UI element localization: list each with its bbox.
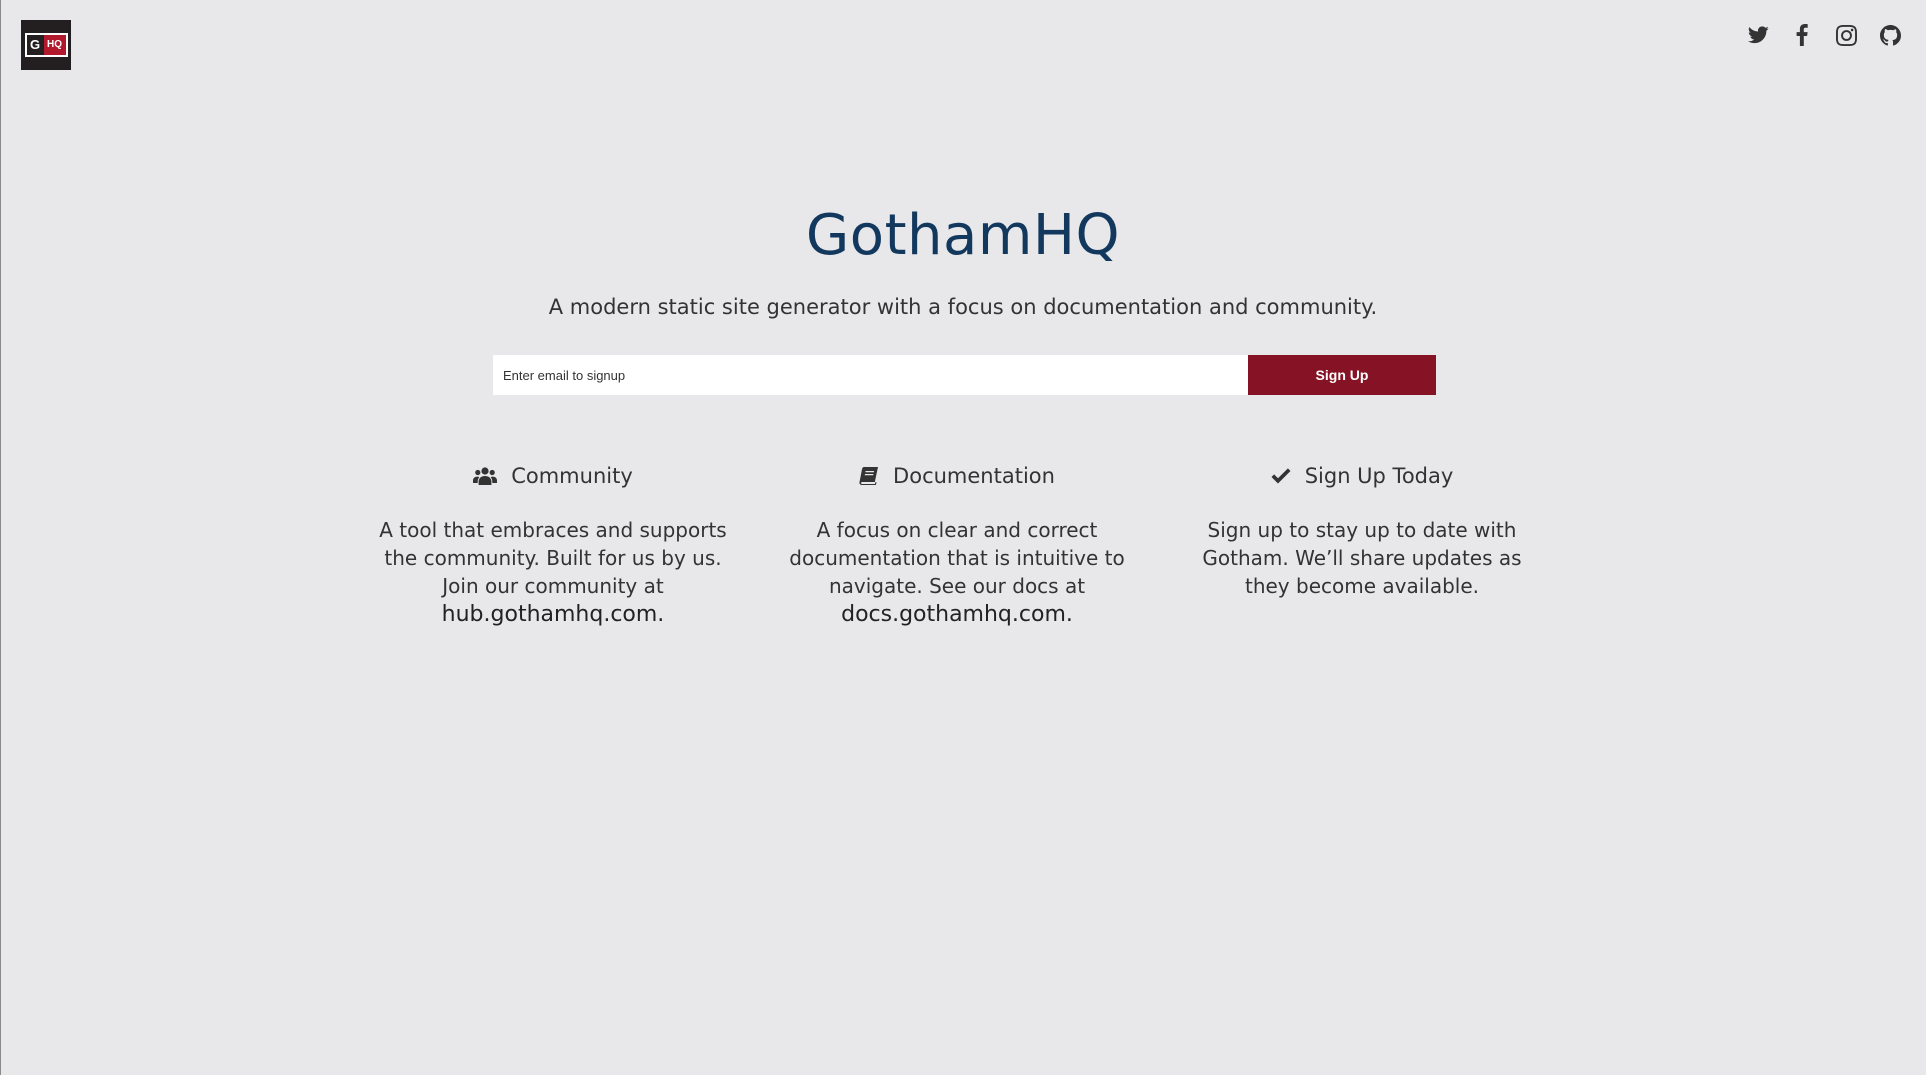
feature-title: Sign Up Today — [1304, 464, 1454, 488]
docs-link[interactable]: docs.gothamhq.com. — [787, 600, 1127, 630]
logo-mark: G HQ — [24, 33, 68, 57]
logo-badge: HQ — [43, 35, 66, 55]
feature-title: Documentation — [893, 464, 1055, 488]
feature-description-text: A focus on clear and correct documentati… — [789, 518, 1125, 598]
feature-description: A focus on clear and correct documentati… — [787, 516, 1127, 630]
feature-community: Community A tool that embraces and suppo… — [368, 462, 738, 630]
facebook-link[interactable] — [1790, 22, 1814, 48]
twitter-icon — [1747, 26, 1769, 44]
instagram-icon — [1835, 24, 1857, 46]
feature-header: Documentation — [787, 462, 1127, 490]
feature-header: Community — [368, 462, 738, 490]
feature-description-text: A tool that embraces and supports the co… — [379, 518, 727, 598]
social-links — [1746, 22, 1902, 48]
feature-description: Sign up to stay up to date with Gotham. … — [1177, 516, 1547, 600]
github-link[interactable] — [1878, 22, 1902, 48]
hero: GothamHQ A modern static site generator … — [0, 196, 1926, 322]
page-title: GothamHQ — [805, 203, 1121, 268]
feature-title: Community — [511, 464, 633, 488]
logo-letter: G — [29, 37, 41, 52]
twitter-link[interactable] — [1746, 22, 1770, 48]
feature-signup-today: Sign Up Today Sign up to stay up to date… — [1177, 462, 1547, 600]
signup-button[interactable]: Sign Up — [1248, 355, 1436, 395]
logo[interactable]: G HQ — [21, 20, 71, 70]
feature-header: Sign Up Today — [1177, 462, 1547, 490]
email-field[interactable] — [493, 355, 1248, 395]
feature-description: A tool that embraces and supports the co… — [368, 516, 738, 630]
community-link[interactable]: hub.gothamhq.com. — [368, 600, 738, 630]
instagram-link[interactable] — [1834, 22, 1858, 48]
github-icon — [1879, 24, 1901, 45]
facebook-icon — [1796, 24, 1808, 46]
tagline: A modern static site generator with a fo… — [548, 295, 1378, 319]
book-icon — [859, 466, 879, 486]
signup-form: Sign Up — [493, 355, 1436, 395]
features: Community A tool that embraces and suppo… — [0, 462, 1926, 642]
feature-documentation: Documentation A focus on clear and corre… — [787, 462, 1127, 630]
feature-description-text: Sign up to stay up to date with Gotham. … — [1202, 518, 1522, 598]
users-icon — [473, 466, 498, 486]
checkmark-icon — [1271, 468, 1291, 484]
